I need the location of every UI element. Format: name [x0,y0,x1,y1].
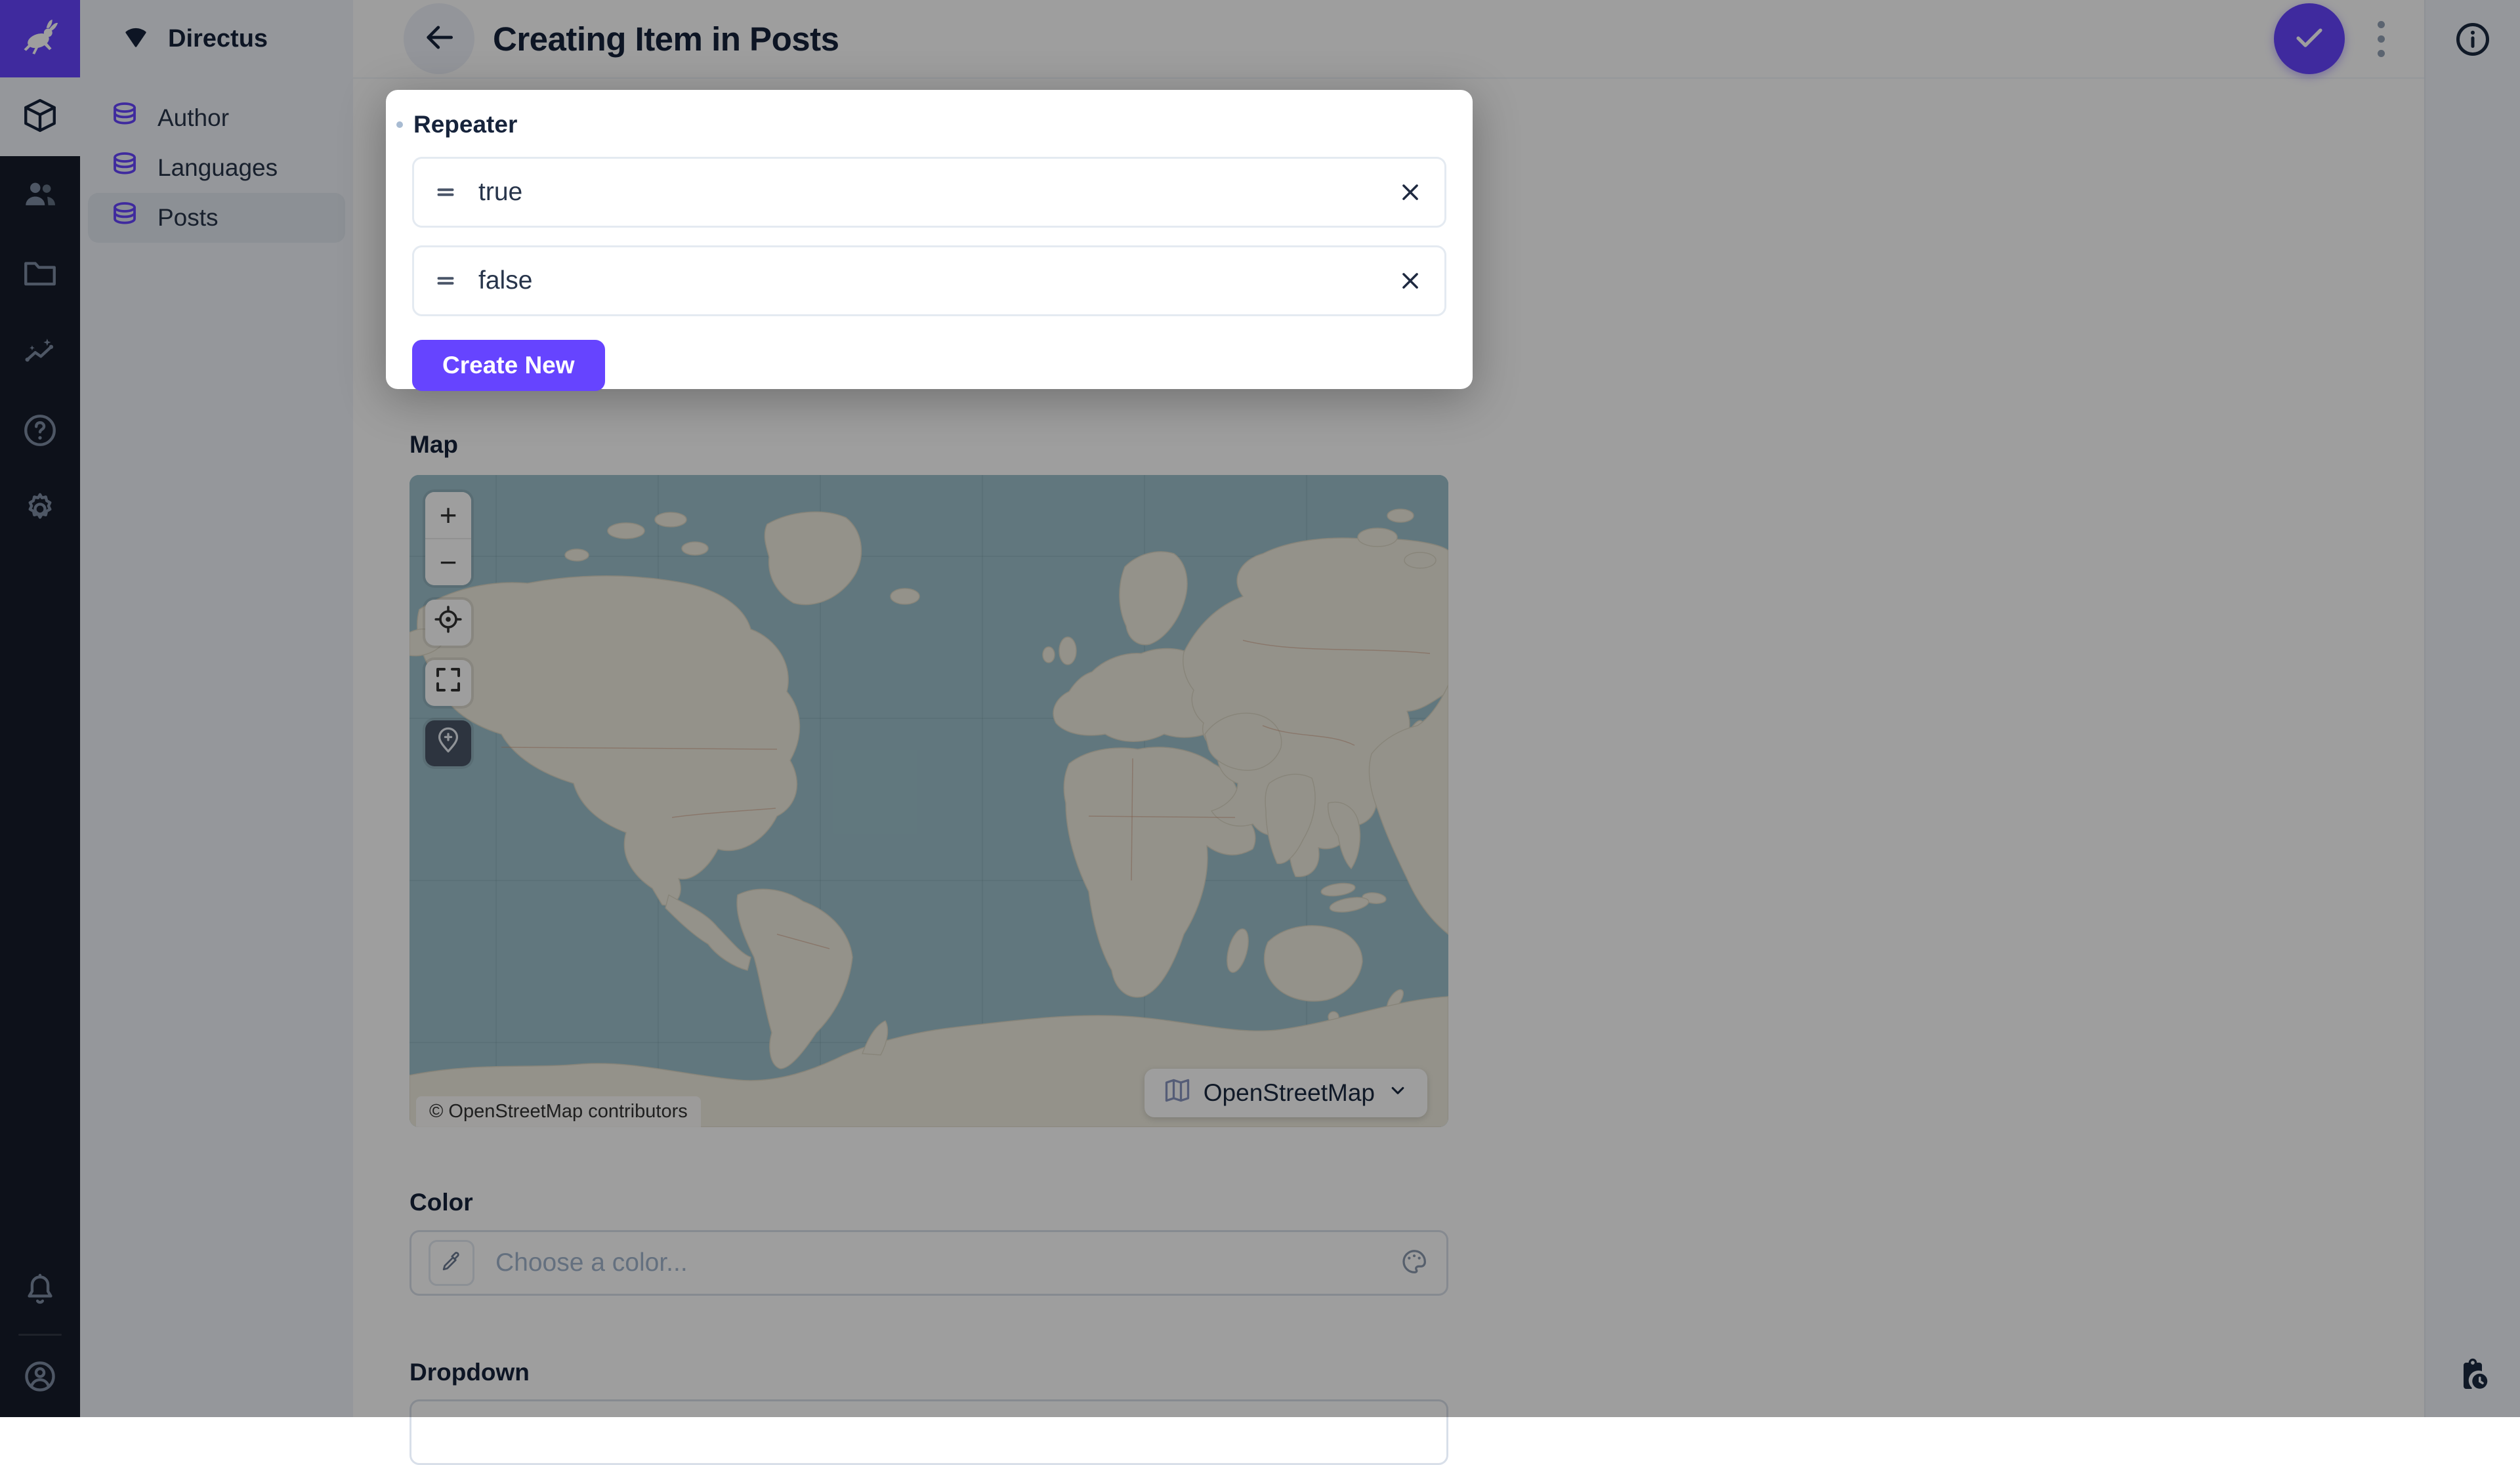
repeater-item-row[interactable]: false [412,245,1446,316]
drag-handle-icon[interactable] [434,269,457,293]
repeater-item-value: false [478,266,532,295]
repeater-field-panel: Repeater true false Create New [386,90,1473,389]
repeater-item-value: true [478,178,522,207]
remove-item-button[interactable] [1396,266,1425,295]
remove-item-button[interactable] [1396,178,1425,207]
create-new-button[interactable]: Create New [412,340,605,391]
repeater-label-row: Repeater [412,111,1446,138]
drag-handle-icon[interactable] [434,180,457,204]
repeater-field-label: Repeater [413,111,517,138]
field-edited-dot [396,121,403,128]
repeater-item-row[interactable]: true [412,157,1446,228]
